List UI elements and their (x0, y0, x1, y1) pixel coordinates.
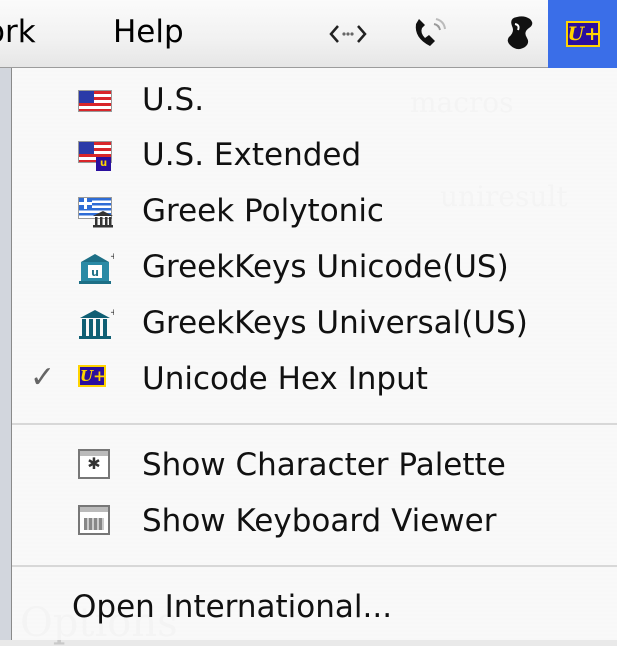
checkmark-icon: ✓ (30, 360, 56, 395)
menu-item-open-international[interactable]: Open International... (12, 580, 617, 636)
code-brackets-menu-extra[interactable] (318, 0, 378, 68)
keyboard-viewer-icon (78, 505, 114, 539)
script-icon (507, 16, 533, 50)
menu-item-label: Unicode Hex Input (142, 361, 428, 397)
unicode-hex-badge: U+ (78, 365, 106, 387)
code-brackets-icon (329, 25, 367, 43)
unicode-input-icon: U+ (565, 21, 600, 47)
menu-item-us[interactable]: U.S. (12, 73, 617, 129)
us-extended-flag-icon: u (78, 139, 114, 173)
script-menu-extra[interactable] (490, 0, 550, 68)
input-menu-extra[interactable]: U+ (548, 0, 617, 68)
menu-item-unicode-hex-input[interactable]: ✓ U+ Unicode Hex Input (12, 352, 617, 408)
menu-item-show-keyboard-viewer[interactable]: Show Keyboard Viewer (12, 494, 617, 550)
background-window-edge (0, 68, 12, 640)
character-palette-icon: ✱ (78, 449, 114, 483)
svg-text:u: u (91, 266, 99, 279)
menu-separator (12, 423, 617, 425)
menu-item-show-character-palette[interactable]: ✱ Show Character Palette (12, 438, 617, 494)
menu-work[interactable]: ork (0, 12, 36, 52)
menu-item-label: GreekKeys Universal(US) (142, 305, 528, 341)
menu-item-us-extended[interactable]: u U.S. Extended (12, 128, 617, 184)
palette-glyph: ✱ (87, 454, 101, 473)
menu-item-label: Show Character Palette (142, 447, 506, 483)
menu-item-label: U.S. (142, 82, 205, 118)
menu-item-label: U.S. Extended (142, 137, 362, 173)
menu-bar: ork Help U+ (0, 0, 617, 68)
svg-text:+: + (110, 308, 114, 318)
svg-text:+: + (110, 252, 114, 262)
phone-icon (415, 18, 446, 46)
menu-help[interactable]: Help (113, 12, 184, 52)
menu-item-greekkeys-unicode[interactable]: u + GreekKeys Unicode(US) (12, 240, 617, 296)
menu-item-label: Show Keyboard Viewer (142, 503, 497, 539)
greek-flag-icon (78, 195, 114, 229)
unicode-hex-icon: U+ (78, 365, 114, 399)
menu-item-greekkeys-universal[interactable]: + GreekKeys Universal(US) (12, 296, 617, 352)
menu-item-label: GreekKeys Unicode(US) (142, 249, 509, 285)
greekkeys-universal-icon: + (78, 307, 118, 341)
menu-item-label: Greek Polytonic (142, 193, 384, 229)
menu-item-greek-polytonic[interactable]: Greek Polytonic (12, 184, 617, 240)
phone-menu-extra[interactable] (400, 0, 460, 68)
menu-item-label: Open International... (72, 589, 393, 625)
greekkeys-unicode-icon: u + (78, 251, 118, 285)
input-menu-dropdown: U.S. u U.S. Extended Greek Polytonic u +… (12, 68, 617, 640)
us-flag-icon (78, 84, 114, 118)
menu-separator (12, 565, 617, 567)
